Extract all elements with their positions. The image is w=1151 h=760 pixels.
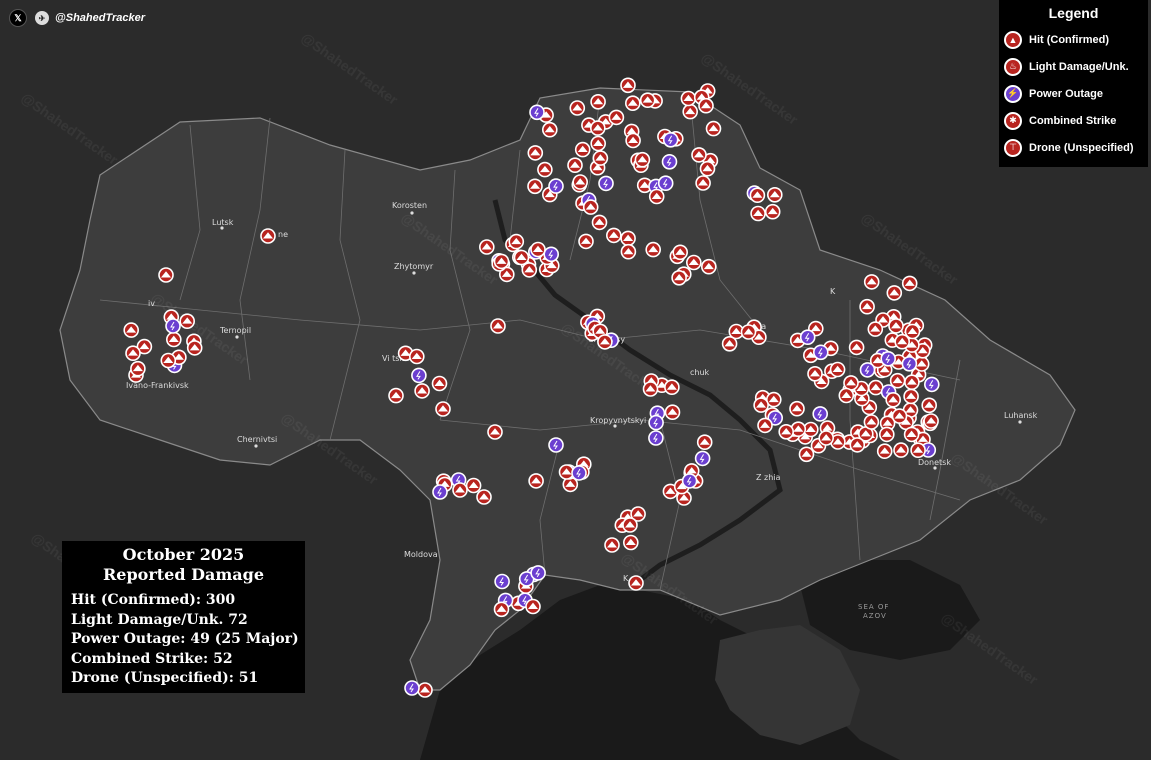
legend-item-combined: ✱ Combined Strike xyxy=(999,107,1148,134)
power-outage-marker xyxy=(812,344,829,361)
power-outage-marker xyxy=(812,406,829,422)
explosion-icon: ▲ xyxy=(1004,30,1022,49)
city-chernivtsi: Chernivtsi xyxy=(237,435,277,444)
power-outage-marker xyxy=(880,350,897,367)
summary-title-month: October 2025 xyxy=(122,545,245,564)
power-outage-marker xyxy=(681,473,698,489)
legend-panel: Legend ▲ Hit (Confirmed) ♨ Light Damage/… xyxy=(999,0,1148,167)
legend-label: Power Outage xyxy=(1029,87,1103,100)
city-ternopil: Ternopil xyxy=(219,326,251,335)
summary-panel: October 2025 Reported Damage Hit (Confir… xyxy=(62,541,305,693)
city-kremenchuk: chuk xyxy=(690,368,710,377)
legend-title: Legend xyxy=(1048,5,1099,21)
drone-icon: ⊤ xyxy=(1004,138,1022,157)
brand-handle[interactable]: @ShahedTracker xyxy=(55,12,145,24)
stat-combined: Combined Strike: 52 xyxy=(71,650,233,667)
lightning-icon: ⚡ xyxy=(1004,84,1022,103)
legend-label: Drone (Unspecified) xyxy=(1029,141,1134,154)
flame-icon: ♨ xyxy=(1004,57,1022,76)
legend-item-hit: ▲ Hit (Confirmed) xyxy=(999,26,1148,53)
power-outage-marker xyxy=(571,465,587,481)
legend-label: Hit (Confirmed) xyxy=(1029,33,1110,46)
city-rivne: ne xyxy=(278,230,288,239)
shahed-bird-icon: ✈ xyxy=(35,11,49,25)
stat-light: Light Damage/Unk. 72 xyxy=(71,611,248,628)
stat-hit: Hit (Confirmed): 300 xyxy=(71,592,236,608)
starburst-icon: ✱ xyxy=(1004,111,1022,130)
power-outage-marker xyxy=(548,437,564,453)
region-moldova: Moldova xyxy=(404,550,438,559)
legend-label: Combined Strike xyxy=(1029,114,1117,127)
power-outage-marker xyxy=(648,414,664,431)
city-luhansk: Luhansk xyxy=(1004,411,1038,420)
power-outage-marker xyxy=(548,178,564,194)
city-zaporizhzhia: Z zhia xyxy=(756,473,781,482)
power-outage-marker xyxy=(657,175,674,191)
power-outage-marker xyxy=(859,362,876,378)
city-korosten: Korosten xyxy=(392,201,427,210)
power-outage-marker xyxy=(165,318,181,334)
summary-title-subject: Reported Damage xyxy=(103,565,264,584)
legend-label: Light Damage/Unk. xyxy=(1029,60,1129,73)
power-outage-marker xyxy=(543,246,560,263)
power-outage-marker xyxy=(432,484,448,500)
summary-stats: Hit (Confirmed): 300 Light Damage/Unk. 7… xyxy=(62,591,305,689)
power-outage-marker xyxy=(529,104,545,121)
legend-item-drone: ⊤ Drone (Unspecified) xyxy=(999,134,1148,161)
power-outage-marker xyxy=(799,329,816,346)
city-kharkiv: K xyxy=(830,287,836,296)
city-donetsk: Donetsk xyxy=(918,458,951,467)
city-zhytomyr: Zhytomyr xyxy=(394,262,434,271)
city-kropyvnytskyi: Kropyvnytskyi xyxy=(590,416,646,425)
power-outage-marker xyxy=(694,450,711,467)
power-outage-marker xyxy=(661,154,678,170)
legend-item-light: ♨ Light Damage/Unk. xyxy=(999,53,1148,80)
map-stage: @ShahedTracker @ShahedTracker @ShahedTra… xyxy=(0,0,1151,760)
city-lviv: iv xyxy=(148,299,155,308)
power-outage-marker xyxy=(411,367,427,384)
legend-item-power: ⚡ Power Outage xyxy=(999,80,1148,107)
sea-label-2: AZOV xyxy=(863,612,887,620)
power-outage-marker xyxy=(923,376,940,393)
power-outage-marker xyxy=(662,132,679,148)
x-logo-icon[interactable]: 𝕏 xyxy=(9,9,27,27)
power-outage-marker xyxy=(598,175,614,192)
power-outage-marker xyxy=(404,680,420,696)
power-outage-marker xyxy=(901,355,918,372)
power-outage-marker xyxy=(494,573,510,590)
brand-header: 𝕏 ✈ @ShahedTracker xyxy=(9,9,145,27)
stat-power: Power Outage: 49 (25 Major) xyxy=(71,631,299,647)
power-outage-marker xyxy=(530,565,546,581)
sea-label-1: SEA OF xyxy=(858,603,889,611)
city-lutsk: Lutsk xyxy=(212,218,234,227)
power-outage-marker xyxy=(648,430,664,446)
stat-drone: Drone (Unspecified): 51 xyxy=(71,670,259,686)
